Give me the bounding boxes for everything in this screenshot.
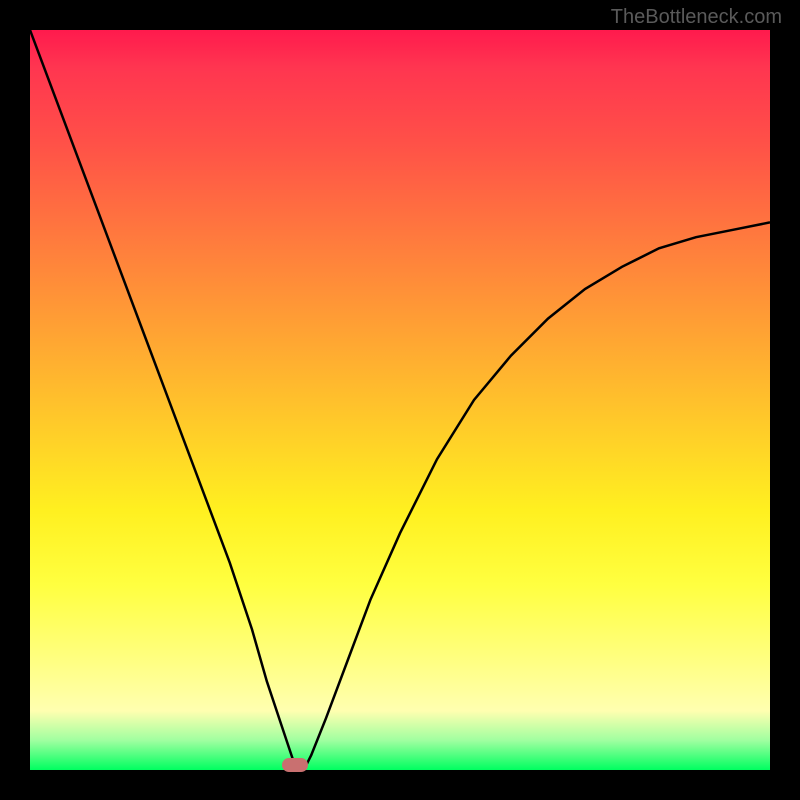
watermark-text: TheBottleneck.com bbox=[611, 6, 782, 29]
right-curve-line bbox=[304, 222, 770, 770]
chart-curves bbox=[30, 30, 770, 770]
left-curve-line bbox=[30, 30, 296, 770]
chart-plot-area bbox=[30, 30, 770, 770]
minimum-marker bbox=[282, 758, 308, 772]
